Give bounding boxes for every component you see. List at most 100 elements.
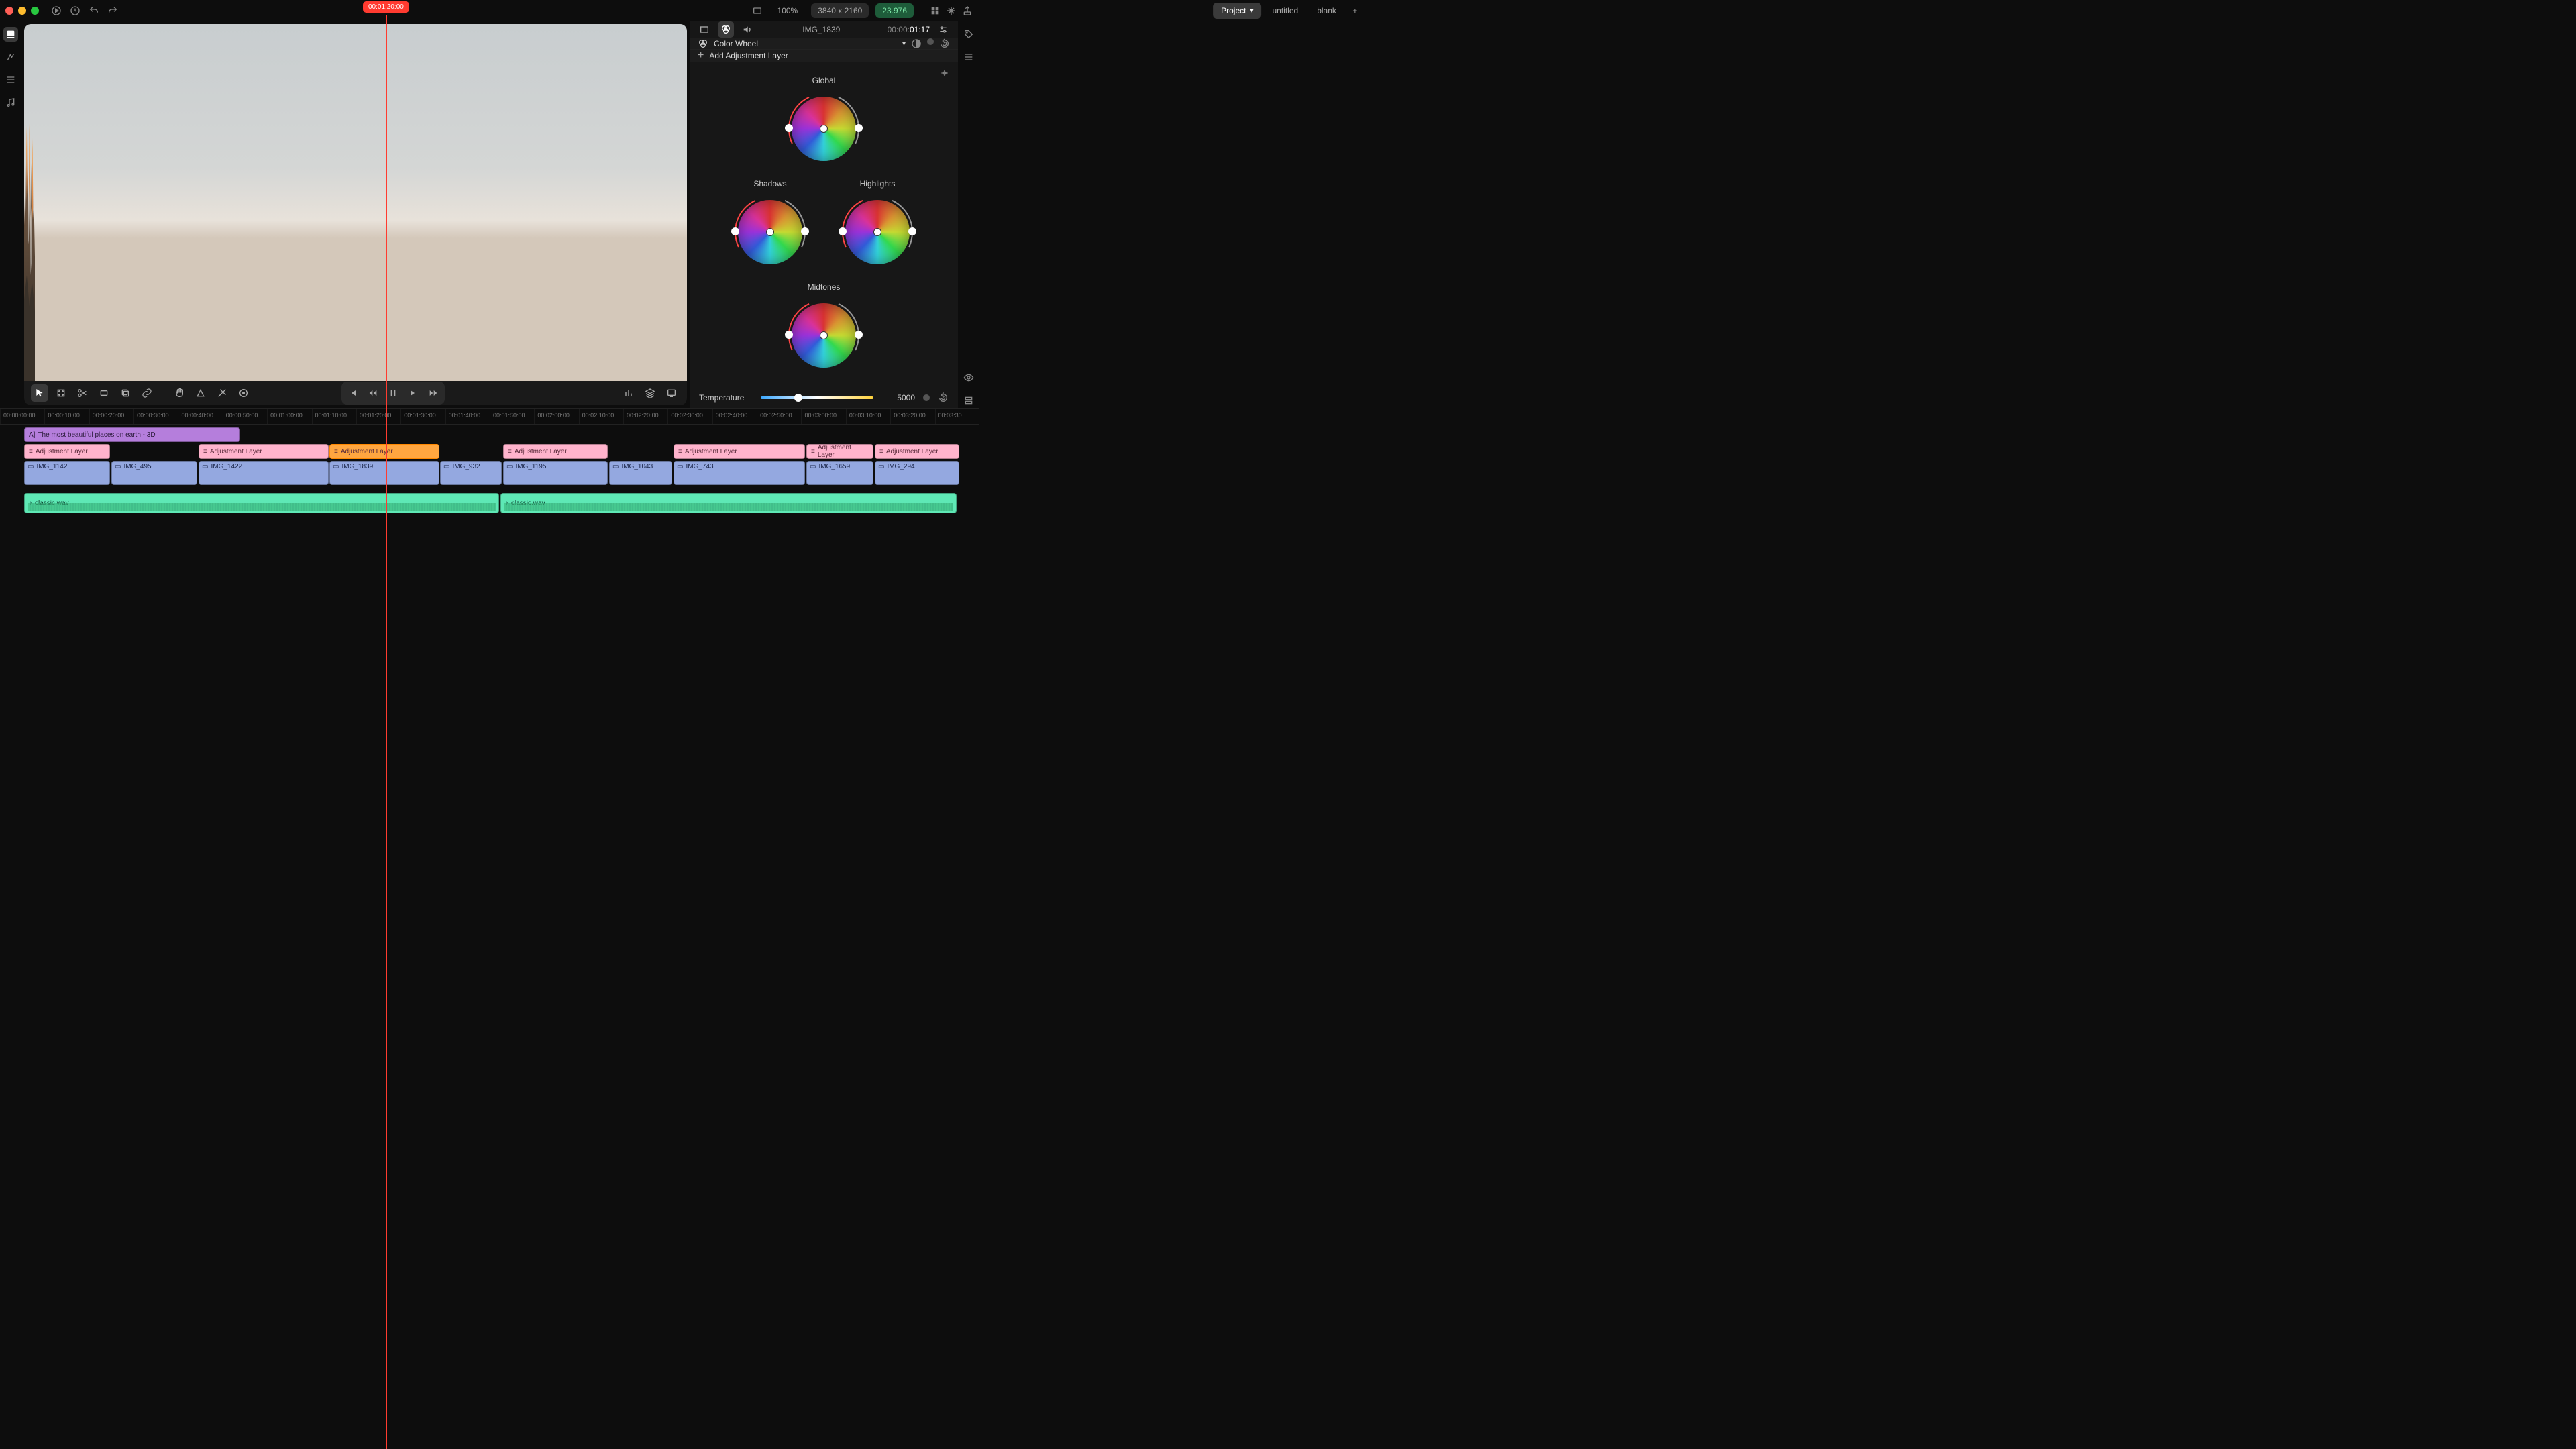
minimize-window[interactable]: [18, 7, 26, 15]
video-clip[interactable]: ▭IMG_294: [875, 461, 959, 485]
video-clip[interactable]: ▭IMG_1195: [503, 461, 608, 485]
record-icon[interactable]: [50, 4, 63, 17]
inspector-tab-video[interactable]: [696, 21, 712, 38]
video-clip-icon: ▭: [115, 463, 121, 470]
audio-clip-2[interactable]: ♪classic.wav: [500, 493, 957, 513]
hand-tool[interactable]: [170, 384, 188, 402]
inspector-settings-icon[interactable]: [935, 21, 951, 38]
video-clip[interactable]: ▭IMG_932: [440, 461, 502, 485]
stack-icon[interactable]: [961, 393, 976, 408]
mask-tool[interactable]: [213, 384, 231, 402]
preview-canvas[interactable]: [24, 24, 687, 381]
adjustment-icon: ≡: [811, 448, 815, 455]
pause-button[interactable]: [384, 384, 402, 402]
chevron-down-icon: ▾: [902, 40, 906, 48]
crop-tool[interactable]: [52, 384, 70, 402]
new-tab-button[interactable]: +: [1347, 3, 1363, 19]
adjustment-clip[interactable]: ≡Adjustment Layer: [24, 444, 110, 459]
copy-tool[interactable]: [117, 384, 134, 402]
adjustment-clip[interactable]: ≡Adjustment Layer: [806, 444, 873, 459]
adjustment-clip[interactable]: ≡Adjustment Layer: [199, 444, 329, 459]
wheel-expand-icon[interactable]: [939, 68, 950, 80]
properties-list-icon[interactable]: [961, 50, 976, 64]
cut-tool[interactable]: [74, 384, 91, 402]
color-wheel-icon: [698, 38, 708, 49]
keyframe-toggle[interactable]: [927, 38, 934, 45]
video-clip[interactable]: ▭IMG_743: [674, 461, 805, 485]
ruler-tick: 00:03:00:00: [801, 409, 845, 424]
resolution-label[interactable]: 3840 x 2160: [811, 3, 869, 18]
visibility-icon[interactable]: [961, 370, 976, 385]
inspector-header: IMG_1839 00:00:01:17: [690, 21, 958, 38]
midtones-color-wheel[interactable]: [787, 299, 861, 372]
link-tool[interactable]: [138, 384, 156, 402]
audio-meters-icon[interactable]: [620, 384, 637, 402]
text-clip-icon: A]: [29, 431, 35, 439]
video-clip-icon: ▭: [506, 463, 513, 470]
video-clip[interactable]: ▭IMG_1839: [329, 461, 439, 485]
sparkle-icon[interactable]: [945, 4, 958, 17]
undo-icon[interactable]: [87, 4, 101, 17]
tag-icon[interactable]: [961, 27, 976, 42]
color-wheel-dropdown[interactable]: Color Wheel ▾: [690, 38, 958, 50]
playhead-line[interactable]: [386, 408, 387, 549]
video-clip[interactable]: ▭IMG_495: [111, 461, 197, 485]
media-browser-icon[interactable]: [3, 27, 18, 42]
adjustment-clip[interactable]: ≡Adjustment Layer: [875, 444, 959, 459]
video-clip[interactable]: ▭IMG_1659: [806, 461, 873, 485]
video-clip-icon: ▭: [28, 463, 34, 470]
plus-icon: +: [698, 50, 704, 62]
adjustment-clip[interactable]: ≡Adjustment Layer: [503, 444, 608, 459]
contrast-icon[interactable]: [911, 38, 922, 49]
left-toolbar: [0, 21, 21, 408]
prev-frame-button[interactable]: [364, 384, 382, 402]
frame-tool[interactable]: [95, 384, 113, 402]
redo-icon[interactable]: [106, 4, 119, 17]
highlights-color-wheel[interactable]: [841, 195, 914, 269]
inspector-tab-color[interactable]: [718, 21, 734, 38]
shadows-color-wheel[interactable]: [733, 195, 807, 269]
timeline-ruler[interactable]: 00:00:00:0000:00:10:0000:00:20:0000:00:3…: [0, 409, 979, 425]
close-window[interactable]: [5, 7, 13, 15]
temp-reset-icon[interactable]: [938, 392, 949, 403]
layers-icon[interactable]: [641, 384, 659, 402]
next-frame-button[interactable]: [405, 384, 422, 402]
go-end-button[interactable]: [425, 384, 442, 402]
adjustment-clip[interactable]: ≡Adjustment Layer: [329, 444, 439, 459]
list-icon[interactable]: [3, 72, 18, 87]
grid-icon[interactable]: [928, 4, 942, 17]
pointer-tool[interactable]: [31, 384, 48, 402]
global-color-wheel[interactable]: [787, 92, 861, 166]
window-controls: [5, 7, 39, 15]
adjustment-icon: ≡: [29, 448, 33, 455]
video-clip[interactable]: ▭IMG_1422: [199, 461, 329, 485]
add-adjustment-layer-button[interactable]: + Add Adjustment Layer: [690, 50, 958, 62]
adjustment-icon: ≡: [334, 448, 338, 455]
ruler-tick: 00:00:30:00: [133, 409, 178, 424]
temperature-slider[interactable]: [761, 396, 873, 399]
go-start-button[interactable]: [344, 384, 362, 402]
ruler-tick: 00:01:40:00: [445, 409, 490, 424]
temp-keyframe-toggle[interactable]: [923, 394, 930, 401]
display-icon[interactable]: [663, 384, 680, 402]
aspect-icon[interactable]: [751, 4, 764, 17]
fps-label[interactable]: 23.976: [875, 3, 914, 18]
audio-tool-icon[interactable]: [3, 95, 18, 110]
history-icon[interactable]: [68, 4, 82, 17]
reset-icon[interactable]: [939, 38, 950, 49]
export-icon[interactable]: [961, 4, 974, 17]
tab-blank[interactable]: blank: [1309, 3, 1344, 19]
tab-untitled[interactable]: untitled: [1265, 3, 1307, 19]
video-clip[interactable]: ▭IMG_1142: [24, 461, 110, 485]
video-clip[interactable]: ▭IMG_1043: [609, 461, 672, 485]
shape-tool[interactable]: [192, 384, 209, 402]
audio-clip-1[interactable]: ♪classic.wav: [24, 493, 499, 513]
title-clip[interactable]: A] The most beautiful places on earth - …: [24, 427, 240, 442]
project-dropdown[interactable]: Project▾: [1213, 3, 1261, 19]
inspector-tab-audio[interactable]: [739, 21, 755, 38]
zoom-level[interactable]: 100%: [771, 3, 805, 18]
effects-icon[interactable]: [3, 50, 18, 64]
maximize-window[interactable]: [31, 7, 39, 15]
marker-tool[interactable]: [235, 384, 252, 402]
adjustment-clip[interactable]: ≡Adjustment Layer: [674, 444, 805, 459]
